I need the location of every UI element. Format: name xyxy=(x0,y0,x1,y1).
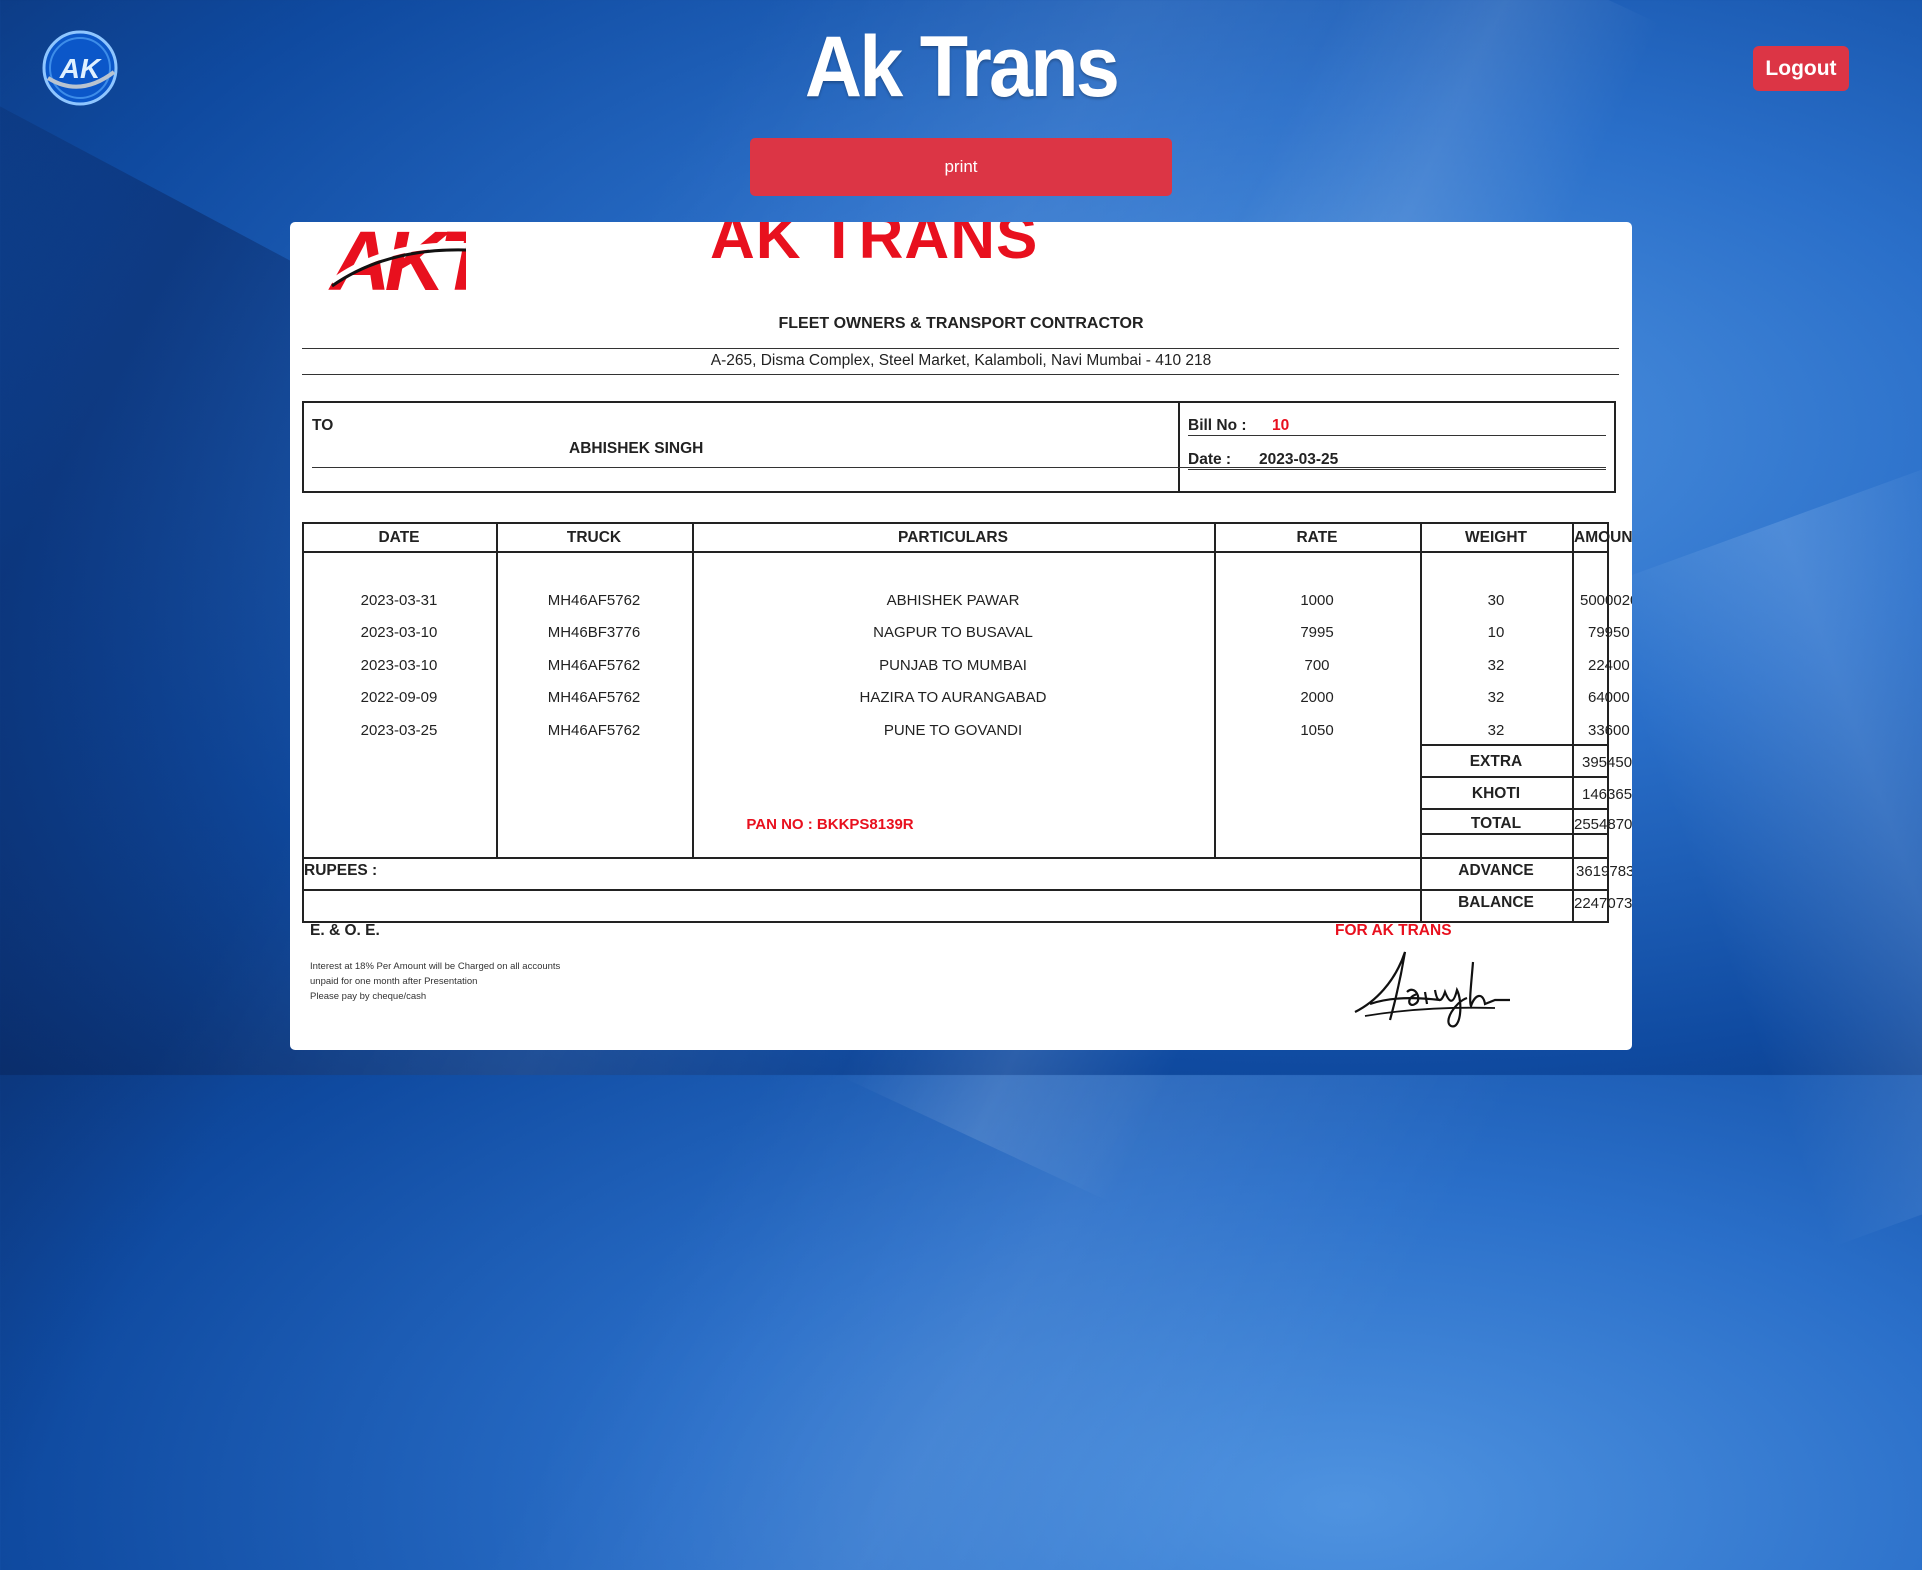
akt-logo-icon: AKT xyxy=(326,222,503,308)
bill-no-label: Bill No : xyxy=(1188,417,1247,434)
table-border xyxy=(302,551,1609,553)
table-cell-amount: 64000 xyxy=(1588,689,1630,706)
table-cell-date: 2023-03-10 xyxy=(360,624,438,641)
table-cell-date: 2023-03-31 xyxy=(360,592,438,609)
table-cell-rate: 2000 xyxy=(1300,689,1334,706)
table-cell-weight: 10 xyxy=(1487,624,1505,641)
table-cell-truck: MH46AF5762 xyxy=(547,592,641,609)
to-label: TO xyxy=(312,417,334,434)
table-border xyxy=(302,889,1609,891)
customer-name: ABHISHEK SINGH xyxy=(569,440,704,457)
table-border xyxy=(302,857,1609,859)
terms-note: Please pay by cheque/cash xyxy=(310,991,427,1002)
date-value: 2023-03-25 xyxy=(1259,451,1339,468)
bill-to-box: TO ABHISHEK SINGH Bill No : 10 Date : 20… xyxy=(302,401,1616,493)
extra-value: 395450 xyxy=(1582,754,1632,771)
balance-label: BALANCE xyxy=(1458,894,1534,911)
total-label: TOTAL xyxy=(1470,815,1522,832)
terms-note: Interest at 18% Per Amount will be Charg… xyxy=(310,961,561,972)
table-border xyxy=(1420,776,1609,778)
table-border xyxy=(1420,744,1609,746)
divider xyxy=(1188,469,1606,470)
balance-value: 22470732 xyxy=(1574,895,1632,912)
background-streak xyxy=(1592,452,1922,1248)
column-header-amount: AMOUNT xyxy=(1574,529,1632,546)
table-cell-particulars: ABHISHEK PAWAR xyxy=(886,592,1020,609)
table-cell-weight: 32 xyxy=(1487,722,1505,739)
table-cell-truck: MH46AF5762 xyxy=(547,722,641,739)
table-cell-particulars: PUNJAB TO MUMBAI xyxy=(879,657,1027,674)
table-cell-particulars: PUNE TO GOVANDI xyxy=(883,722,1023,739)
divider xyxy=(302,348,1619,349)
terms-note: unpaid for one month after Presentation xyxy=(310,976,478,987)
khoti-value: 146365 xyxy=(1582,786,1632,803)
table-cell-amount: 33600 xyxy=(1588,722,1630,739)
table-cell-rate: 7995 xyxy=(1300,624,1334,641)
table-cell-amount: 79950 xyxy=(1588,624,1630,641)
bill-no-value: 10 xyxy=(1272,417,1290,434)
extra-label: EXTRA xyxy=(1469,753,1523,770)
advance-label: ADVANCE xyxy=(1458,862,1534,879)
pan-number: PAN NO : BKKPS8139R xyxy=(746,816,914,833)
table-cell-date: 2023-03-25 xyxy=(360,722,438,739)
table-cell-rate: 1000 xyxy=(1300,592,1334,609)
table-cell-date: 2022-09-09 xyxy=(360,689,438,706)
invoice-card: AKT AK TRANS FLEET OWNERS & TRANSPORT CO… xyxy=(290,222,1632,1050)
table-cell-particulars: HAZIRA TO AURANGABAD xyxy=(859,689,1047,706)
divider xyxy=(302,374,1619,375)
table-cell-date: 2023-03-10 xyxy=(360,657,438,674)
table-cell-truck: MH46BF3776 xyxy=(547,624,641,641)
table-cell-truck: MH46AF5762 xyxy=(547,689,641,706)
print-button[interactable]: print xyxy=(750,138,1172,196)
table-cell-weight: 32 xyxy=(1487,657,1505,674)
rupees-label: RUPEES : xyxy=(304,862,378,879)
table-cell-weight: 32 xyxy=(1487,689,1505,706)
column-header-weight: WEIGHT xyxy=(1465,529,1527,546)
company-address: A-265, Disma Complex, Steel Market, Kala… xyxy=(710,352,1212,369)
column-header-rate: RATE xyxy=(1296,529,1338,546)
advance-value: 3619783 xyxy=(1576,863,1632,880)
table-cell-rate: 700 xyxy=(1304,657,1330,674)
column-header-particulars: PARTICULARS xyxy=(898,529,1008,546)
table-cell-rate: 1050 xyxy=(1300,722,1334,739)
app-title: Ak Trans xyxy=(804,19,1120,115)
khoti-label: KHOTI xyxy=(1471,785,1521,802)
table-cell-amount: 22400 xyxy=(1588,657,1630,674)
column-header-date: DATE xyxy=(378,529,420,546)
column-header-truck: TRUCK xyxy=(566,529,622,546)
date-label: Date : xyxy=(1188,451,1232,468)
divider xyxy=(312,467,1606,468)
company-name: AK TRANS xyxy=(710,222,1039,272)
table-border xyxy=(1420,833,1609,835)
logout-button[interactable]: Logout xyxy=(1753,46,1849,91)
signature-icon xyxy=(1345,942,1520,1032)
table-border xyxy=(302,522,1609,524)
total-value: 25548700 xyxy=(1574,816,1632,833)
for-company-label: FOR AK TRANS xyxy=(1335,922,1452,939)
svg-text:AKT: AKT xyxy=(328,222,466,296)
table-cell-particulars: NAGPUR TO BUSAVAL xyxy=(873,624,1033,641)
table-border xyxy=(1420,808,1609,810)
table-cell-truck: MH46AF5762 xyxy=(547,657,641,674)
table-cell-amount: 5000020 xyxy=(1580,592,1632,609)
table-cell-weight: 30 xyxy=(1487,592,1505,609)
company-subtitle: FLEET OWNERS & TRANSPORT CONTRACTOR xyxy=(778,315,1144,332)
divider xyxy=(1188,435,1606,436)
bill-to-section xyxy=(304,403,1180,491)
eoe-label: E. & O. E. xyxy=(310,922,380,939)
